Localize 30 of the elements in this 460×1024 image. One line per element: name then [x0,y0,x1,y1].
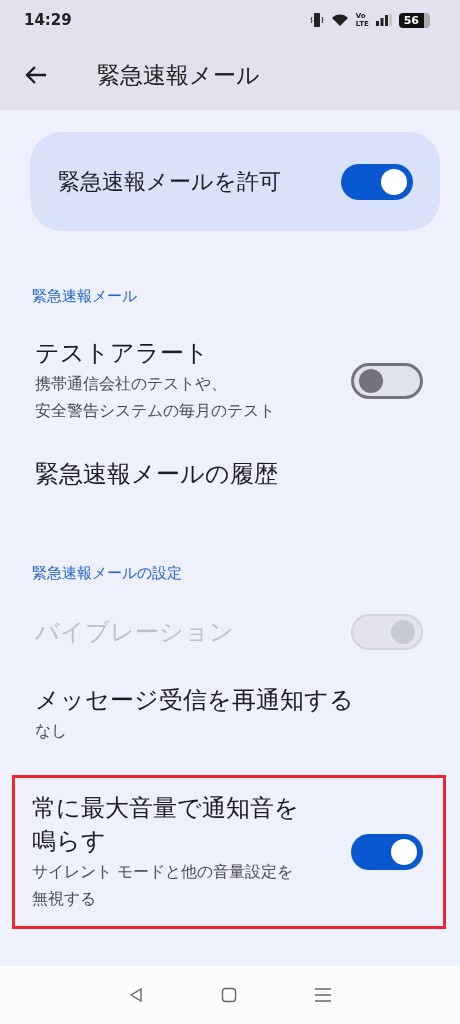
toggle-switch[interactable] [351,362,423,399]
settings-item[interactable]: 緊急速報メールの履歴 [0,441,446,508]
master-switch-label: 緊急速報メールを許可 [58,167,281,196]
item-title: 緊急速報メールの履歴 [35,459,278,490]
item-title: 常に最大音量で通知音を鳴らす [32,793,300,857]
section-header: 緊急速報メールの設定 [31,564,183,583]
settings-item[interactable]: 常に最大音量で通知音を鳴らす サイレント モードと他の音量設定を 無視する [12,775,446,929]
settings-item[interactable]: メッセージ受信を再通知する なし [0,667,446,761]
toggle-switch[interactable] [351,834,423,870]
item-title: テストアラート [35,338,210,369]
item-title: メッセージ受信を再通知する [35,685,354,716]
item-summary: 携帯通信会社のテストや、 [35,373,227,395]
menu-icon[interactable] [313,987,332,1003]
battery-indicator: 56 [398,12,430,28]
back-nav-icon[interactable] [128,987,145,1003]
signal-icon [375,14,392,26]
toggle-switch[interactable] [341,163,413,200]
status-time: 14:29 [24,11,72,29]
back-icon[interactable] [25,65,47,85]
home-nav-icon[interactable] [221,987,237,1003]
master-switch-card[interactable]: 緊急速報メールを許可 [30,132,440,231]
wifi-icon [330,13,349,27]
settings-item[interactable]: テストアラート 携帯通信会社のテストや、 安全警告システムの毎月のテスト [0,320,446,441]
item-summary: なし [35,720,67,742]
item-summary: 無視する [32,888,96,910]
section-header: 緊急速報メール [31,287,138,306]
page-title: 緊急速報メール [97,60,260,90]
vibrate-icon [309,12,324,28]
item-summary: 安全警告システムの毎月のテスト [35,400,275,422]
item-summary: サイレント モードと他の音量設定を [32,861,294,883]
